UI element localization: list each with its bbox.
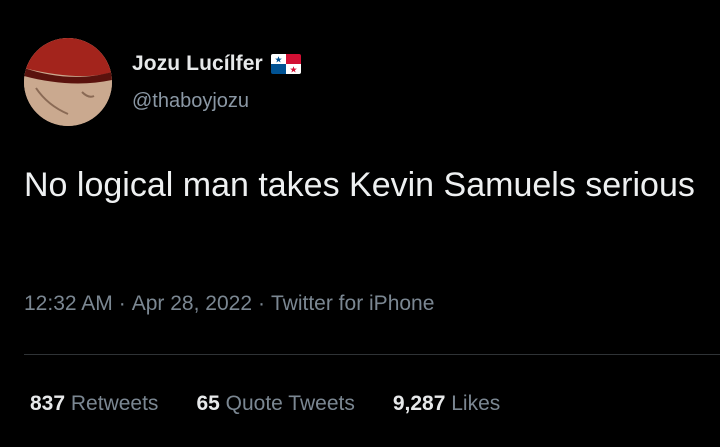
retweets-count: 837 bbox=[30, 392, 66, 415]
name-row: Jozu Lucílfer bbox=[132, 52, 301, 76]
meta-separator: · bbox=[258, 292, 265, 315]
tweet-time[interactable]: 12:32 AM bbox=[24, 292, 113, 315]
tweet-stats: 837 Retweets 65 Quote Tweets 9,287 Likes bbox=[30, 392, 538, 416]
tweet-date[interactable]: Apr 28, 2022 bbox=[132, 292, 252, 315]
quote-tweets-stat[interactable]: 65 Quote Tweets bbox=[196, 392, 354, 416]
panama-flag-icon bbox=[270, 54, 301, 74]
display-name[interactable]: Jozu Lucílfer bbox=[132, 52, 263, 76]
quote-tweets-label: Quote Tweets bbox=[225, 392, 355, 415]
likes-count: 9,287 bbox=[392, 392, 446, 415]
avatar[interactable] bbox=[24, 38, 112, 126]
quote-tweets-count: 65 bbox=[196, 392, 220, 415]
user-handle[interactable]: @thaboyjozu bbox=[132, 90, 249, 113]
divider bbox=[24, 354, 720, 355]
tweet-card: Jozu Lucílfer @thaboyjozu No logical man… bbox=[0, 0, 720, 447]
avatar-photo-icon bbox=[24, 38, 112, 126]
tweet-source[interactable]: Twitter for iPhone bbox=[271, 292, 434, 315]
likes-label: Likes bbox=[451, 392, 501, 415]
meta-separator: · bbox=[118, 292, 126, 315]
tweet-meta: 12:32 AM · Apr 28, 2022 · Twitter for iPhone bbox=[24, 292, 434, 316]
likes-stat[interactable]: 9,287 Likes bbox=[393, 392, 500, 416]
retweets-label: Retweets bbox=[70, 392, 159, 415]
tweet-text: No logical man takes Kevin Samuels serio… bbox=[24, 166, 695, 204]
retweets-stat[interactable]: 837 Retweets bbox=[30, 392, 158, 416]
